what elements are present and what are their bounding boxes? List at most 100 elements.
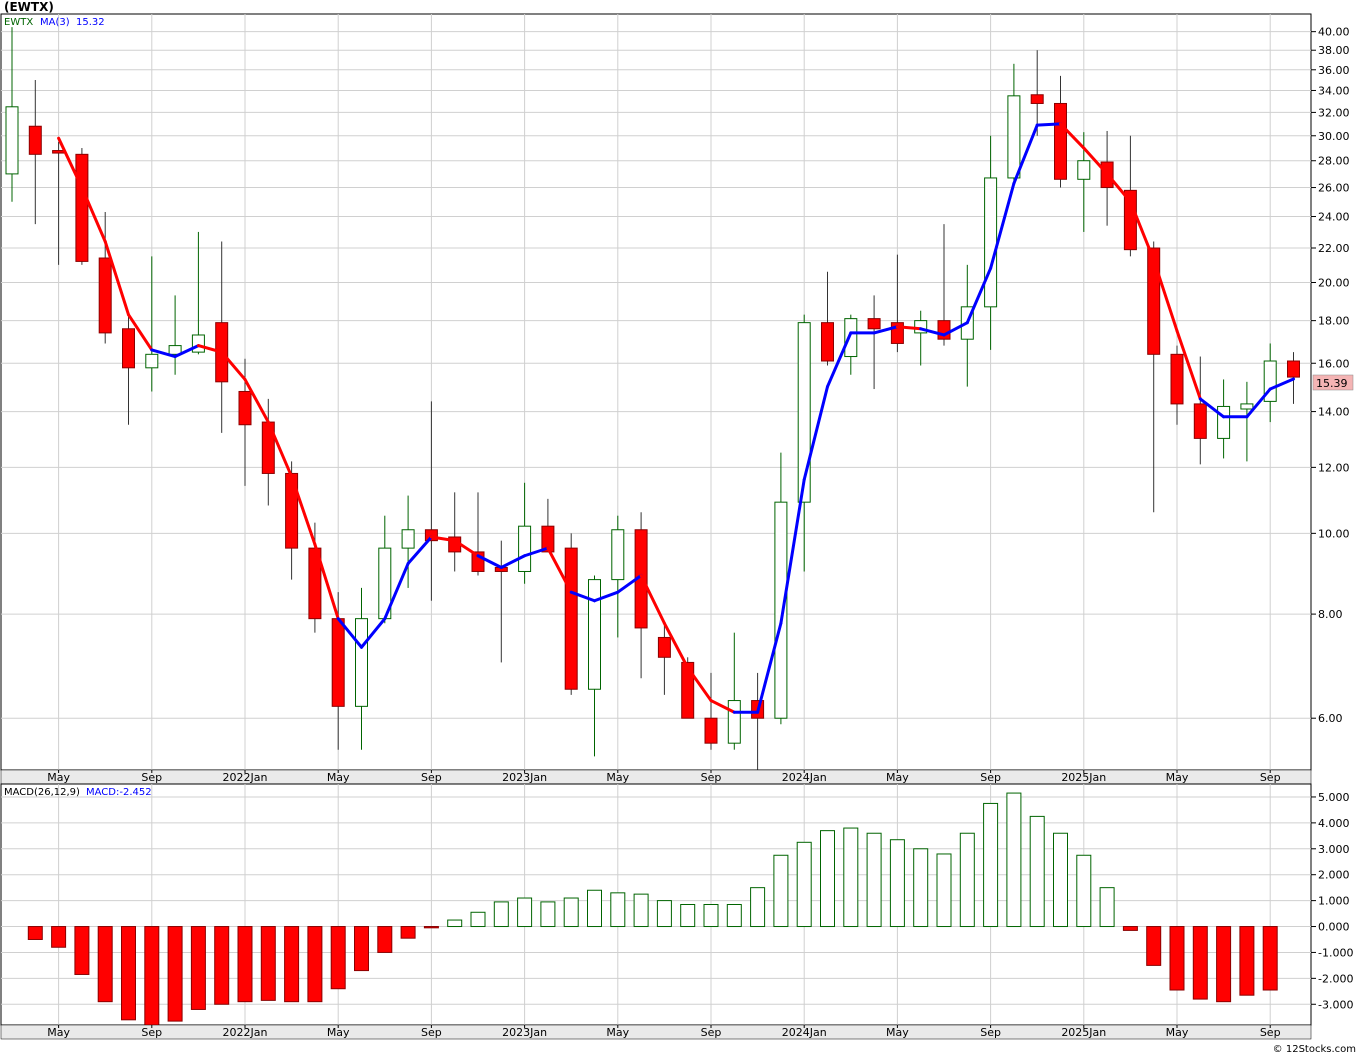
stock-chart: 40.00 38.00 36.00 34.00 32.00 30.00 28.00 26.00… <box>0 0 1356 1055</box>
date-tick-label: May <box>886 771 909 784</box>
macd-bar-positive <box>1006 792 1022 928</box>
candle-body-down <box>98 257 112 334</box>
date-tick-label: Sep <box>141 771 162 784</box>
macd-bar-positive <box>587 889 602 928</box>
macd-bar-negative <box>284 926 300 1003</box>
macd-bar-negative <box>330 926 346 990</box>
date-tick-label: 2025Jan <box>1061 1026 1106 1039</box>
price-y-tick-label: 28.00 <box>1318 155 1350 168</box>
macd-bar-positive <box>656 900 672 928</box>
price-y-tick-label: 32.00 <box>1318 106 1350 119</box>
date-tick-label: May <box>47 1026 70 1039</box>
macd-bar-negative <box>97 926 113 1003</box>
macd-bar-negative <box>1192 926 1208 1000</box>
macd-y-tick-label: 2.000 <box>1318 869 1350 882</box>
macd-bar-negative <box>1216 926 1232 1003</box>
candle <box>75 148 89 265</box>
date-axis-lower: May Sep 2022Jan May Sep 2023Jan May Sep 2024Jan M… <box>0 1024 1312 1040</box>
macd-bar-positive <box>820 830 835 928</box>
date-tick-label: 2024Jan <box>782 1026 827 1039</box>
macd-y-tick-label: 0.000 <box>1318 921 1350 934</box>
price-y-tick-label: 20.00 <box>1318 277 1350 290</box>
macd-bar-positive <box>447 919 463 928</box>
candle-body-down <box>564 547 578 690</box>
macd-bar-positive <box>936 853 952 928</box>
price-y-tick-label: 24.00 <box>1318 211 1350 224</box>
symbol-title: (EWTX) <box>4 0 54 14</box>
legend-symbol: EWTX <box>4 17 33 28</box>
macd-bar-positive <box>913 848 929 928</box>
macd-bar-positive <box>517 897 533 928</box>
macd-bar-negative <box>121 926 136 1021</box>
candle-body-up <box>518 525 532 572</box>
date-tick-label: Sep <box>421 771 442 784</box>
date-tick-label: May <box>47 771 70 784</box>
macd-bar-negative <box>51 926 67 948</box>
ma-segment <box>895 325 923 331</box>
macd-bar-positive <box>703 904 719 928</box>
candle-body-up <box>1077 160 1091 180</box>
macd-bar-positive <box>726 904 742 928</box>
price-y-tick-label: 10.00 <box>1318 527 1350 540</box>
price-y-tick-label: 14.00 <box>1318 406 1350 419</box>
candle-body-up <box>145 353 159 369</box>
macd-bar-positive <box>470 911 486 928</box>
macd-bar-negative <box>1169 926 1185 991</box>
macd-bar-negative <box>423 926 439 929</box>
macd-bar-negative <box>1239 926 1255 996</box>
price-panel: 40.00 38.00 36.00 34.00 32.00 30.00 28.00 26.00… <box>0 0 1354 778</box>
candle-body-up <box>1240 403 1254 410</box>
macd-bar-negative <box>1146 926 1162 966</box>
macd-bar-positive <box>1076 854 1092 928</box>
candle-body-down <box>52 150 66 154</box>
price-y-tick-label: 18.00 <box>1318 315 1350 328</box>
candle-body-down <box>657 636 671 658</box>
date-axis-lower-bg <box>0 1024 1312 1040</box>
date-tick-label: 2025Jan <box>1061 771 1106 784</box>
last-price-tag: 15.39 <box>1312 374 1354 391</box>
last-price-tag-text: 15.39 <box>1316 377 1348 390</box>
macd-bar-positive <box>796 841 812 928</box>
price-y-tick-label: 30.00 <box>1318 130 1350 143</box>
macd-bar-positive <box>750 887 766 928</box>
price-y-tick-label: 26.00 <box>1318 182 1350 195</box>
date-tick-label: Sep <box>980 1026 1001 1039</box>
candle-body-up <box>191 334 205 353</box>
price-y-tick-label: 40.00 <box>1318 26 1350 39</box>
macd-bar-positive <box>610 892 626 928</box>
date-tick-label: 2023Jan <box>502 771 547 784</box>
candle-body-up <box>5 106 19 175</box>
candle-body-down <box>1193 403 1207 439</box>
macd-y-tick-label: 5.000 <box>1318 791 1350 804</box>
date-tick-label: May <box>1166 1026 1189 1039</box>
macd-bar-positive <box>959 832 975 928</box>
date-tick-label: Sep <box>701 771 722 784</box>
macd-bar-negative <box>260 926 276 1001</box>
date-tick-label: May <box>606 1026 629 1039</box>
macd-bar-positive <box>843 827 859 928</box>
price-y-tick-label: 8.00 <box>1318 608 1343 621</box>
macd-y-tick-label: -1.000 <box>1318 946 1353 959</box>
macd-y-tick-label: 1.000 <box>1318 895 1350 908</box>
candle-body-up <box>844 318 858 358</box>
date-tick-label: Sep <box>980 771 1001 784</box>
macd-bar-positive <box>1029 815 1045 928</box>
candle-body-down <box>1054 102 1067 180</box>
candle-body-up <box>774 501 788 719</box>
candle-body-down <box>75 153 89 262</box>
macd-bar-negative <box>167 926 183 1022</box>
macd-bar-negative <box>190 926 206 1010</box>
legend-ma: MA(3) <box>40 17 70 28</box>
date-tick-label: 2022Jan <box>223 771 268 784</box>
price-y-tick-label: 16.00 <box>1318 357 1350 370</box>
copyright-footer: © 12Stocks.com <box>1273 1044 1356 1055</box>
macd-y-tick-label: 3.000 <box>1318 843 1350 856</box>
macd-bar-positive <box>633 893 649 928</box>
macd-bar-positive <box>983 802 999 928</box>
date-tick-label: May <box>327 771 350 784</box>
macd-bar-positive <box>563 897 579 928</box>
candle-body-up <box>727 700 741 744</box>
macd-panel: 5.000 4.000 3.000 2.000 1.000 0.000 -1.000 -2.0… <box>0 783 1353 1027</box>
date-axis-upper: May Sep 2022Jan May Sep 2023Jan May Sep 2024Jan M… <box>0 769 1312 785</box>
price-y-tick-label: 12.00 <box>1318 461 1350 474</box>
